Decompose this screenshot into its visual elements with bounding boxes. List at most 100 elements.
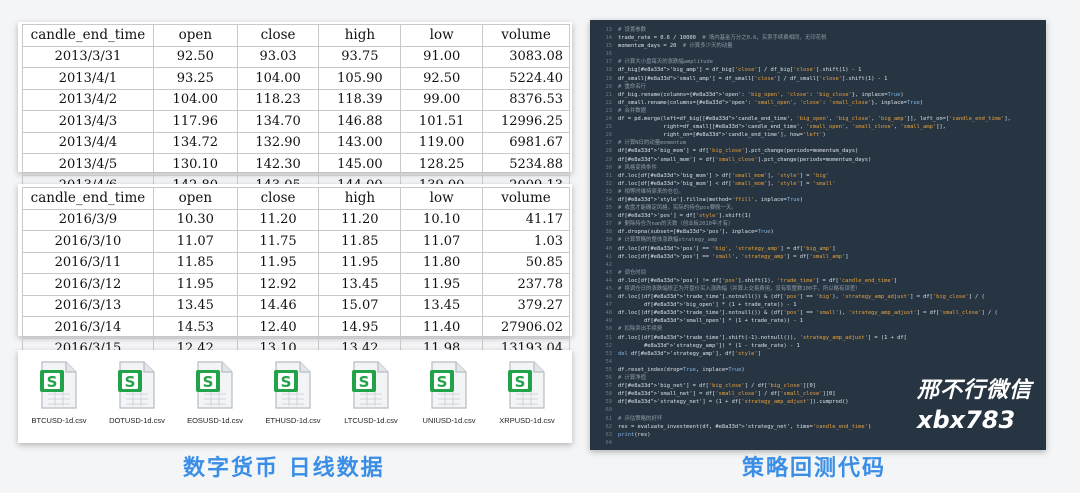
table-cell: 118.39 bbox=[318, 88, 402, 111]
table-cell: 5234.88 bbox=[482, 153, 570, 176]
csv-file-item[interactable]: S XRPUSD-1d.csv bbox=[490, 360, 564, 425]
line-number: 23 bbox=[605, 107, 613, 114]
code-line: # 设置参数 bbox=[618, 27, 647, 33]
table-cell: 13.45 bbox=[152, 294, 238, 317]
table-cell: 12996.25 bbox=[482, 110, 570, 133]
table-cell: 92.50 bbox=[152, 45, 238, 68]
table-cell: 2016/3/10 bbox=[22, 230, 154, 253]
code-line: # 重命名行 bbox=[618, 83, 647, 90]
line-number: 45 bbox=[605, 286, 613, 292]
csv-file-name: LTCUSD-1d.csv bbox=[344, 416, 398, 425]
line-number-gutter: 13 14 15 16 17 18 19 20 21 22 23 24 25 26 27 28 29 30 31 32… bbox=[590, 26, 613, 447]
line-number: 36 bbox=[605, 213, 613, 220]
table-cell: 134.70 bbox=[236, 110, 320, 133]
line-number: 52 bbox=[605, 342, 613, 349]
csv-file-name: XRPUSD-1d.csv bbox=[499, 416, 555, 425]
table-cell: 2013/4/4 bbox=[22, 131, 154, 154]
ohlc-table-2016: candle_end_time open close high low volume 201… bbox=[22, 187, 570, 360]
table-cell: 1.03 bbox=[482, 230, 570, 253]
table-row: 2016/3/9 10.30 11.20 11.20 10.10 41.17 bbox=[22, 208, 570, 231]
line-number: 59 bbox=[605, 399, 613, 406]
table-cell: 143.00 bbox=[318, 131, 402, 154]
table-cell: 2016/3/13 bbox=[22, 294, 154, 317]
line-number: 17 bbox=[605, 59, 613, 66]
code-line: df.loc[(df[#e8a33d">'trade_time'].notnul… bbox=[618, 294, 985, 301]
line-number: 61 bbox=[605, 415, 613, 422]
line-number: 30 bbox=[605, 164, 613, 171]
table-row: 2013/4/4 134.72 132.90 143.00 119.00 6981.67 bbox=[22, 131, 570, 154]
code-line: # 计算策略的整体涨跌幅strategy_amp bbox=[618, 237, 718, 244]
watermark-line-2: xbx783 bbox=[916, 406, 1016, 434]
line-number: 13 bbox=[605, 27, 613, 33]
table-cell: 91.00 bbox=[400, 45, 484, 68]
table-row: 2013/4/5 130.10 142.30 145.00 128.25 5234.88 bbox=[22, 153, 570, 176]
table-cell: 10.10 bbox=[400, 208, 484, 231]
code-line: df[#e8a33d">'big_open'] * (1 + trade_rat… bbox=[618, 302, 797, 309]
table-cell: 11.20 bbox=[318, 208, 402, 231]
csv-file-item[interactable]: S LTCUSD-1d.csv bbox=[334, 360, 408, 425]
svg-text:S: S bbox=[281, 373, 292, 391]
table-cell: 11.85 bbox=[152, 251, 238, 274]
csv-file-item[interactable]: S DOTUSD-1d.csv bbox=[100, 360, 174, 425]
code-line: df.loc[df[#e8a33d">'big_mom'] < df['smal… bbox=[618, 180, 836, 187]
line-number: 38 bbox=[605, 229, 613, 236]
table-cell: 118.23 bbox=[236, 88, 320, 111]
line-number: 64 bbox=[605, 439, 613, 446]
line-number: 53 bbox=[605, 350, 613, 357]
spreadsheet-icon: S bbox=[196, 360, 234, 410]
svg-text:S: S bbox=[359, 373, 370, 391]
table-cell: 146.88 bbox=[318, 110, 402, 133]
table-cell: 11.95 bbox=[236, 251, 320, 274]
table-cell: 2016/3/12 bbox=[22, 273, 154, 296]
line-number: 32 bbox=[605, 180, 613, 187]
csv-file-name: EOSUSD-1d.csv bbox=[187, 416, 243, 425]
code-line: df.loc[(df[#e8a33d">'trade_time'].notnul… bbox=[618, 310, 998, 317]
code-line: df = pd.merge(left=df_big[[#e8a33d">'can… bbox=[618, 116, 1011, 123]
table-cell: 145.00 bbox=[318, 153, 402, 176]
column-header: candle_end_time bbox=[22, 187, 154, 210]
table-cell: 2016/3/9 bbox=[22, 208, 154, 231]
table-cell: 2013/4/3 bbox=[22, 110, 154, 133]
code-line: momentum_days = 20 # 计算多少天的动量 bbox=[618, 43, 733, 50]
table-cell: 2013/4/2 bbox=[22, 88, 154, 111]
code-line: df_big.rename(columns={#e8a33d">'open': … bbox=[618, 91, 904, 98]
line-number: 26 bbox=[605, 132, 613, 139]
line-number: 27 bbox=[605, 140, 613, 147]
line-number: 41 bbox=[605, 253, 613, 260]
line-number: 51 bbox=[605, 334, 613, 341]
code-line: df[#e8a33d">'pos'] = df['style'].shift(1… bbox=[618, 213, 752, 220]
table-cell: 2013/4/5 bbox=[22, 153, 154, 176]
code-line: right_on=[#e8a33d">'candle_end_time'], h… bbox=[618, 132, 826, 139]
line-number: 21 bbox=[605, 91, 613, 98]
csv-file-item[interactable]: S BTCUSD-1d.csv bbox=[22, 360, 96, 425]
table-cell: 134.72 bbox=[152, 131, 238, 154]
table-cell: 2016/3/11 bbox=[22, 251, 154, 274]
table-cell: 2013/4/1 bbox=[22, 67, 154, 90]
csv-file-item[interactable]: S UNIUSD-1d.csv bbox=[412, 360, 486, 425]
table-cell: 11.07 bbox=[400, 230, 484, 253]
line-number: 33 bbox=[605, 188, 613, 195]
table-cell: 237.78 bbox=[482, 273, 570, 296]
table-row: 2016/3/12 11.95 12.92 13.45 11.95 237.78 bbox=[22, 273, 570, 296]
csv-file-name: BTCUSD-1d.csv bbox=[31, 416, 87, 425]
table-cell: 11.20 bbox=[236, 208, 320, 231]
ohlc-table-2013-panel: candle_end_time open close high low volume 201… bbox=[18, 22, 572, 197]
csv-file-item[interactable]: S ETHUSD-1d.csv bbox=[256, 360, 330, 425]
code-line: # 将调仓日的涨跌幅修正为开盘价买入涨跌幅（并算上交易费用，没有取整数100手，… bbox=[618, 286, 861, 292]
table-cell: 11.07 bbox=[152, 230, 238, 253]
table-cell: 379.27 bbox=[482, 294, 570, 317]
line-number: 40 bbox=[605, 245, 613, 252]
csv-file-item[interactable]: S EOSUSD-1d.csv bbox=[178, 360, 252, 425]
watermark-line-1: 邢不行微信 bbox=[916, 378, 1032, 403]
table-cell: 93.25 bbox=[152, 67, 238, 90]
table-cell: 11.95 bbox=[318, 251, 402, 274]
line-number: 49 bbox=[605, 318, 613, 325]
code-line: # 扣除卖出手续费 bbox=[618, 326, 663, 333]
table-cell: 11.95 bbox=[152, 273, 238, 296]
code-line: df.loc[df[#e8a33d">'pos'] != df['pos'].s… bbox=[618, 277, 898, 284]
line-number: 29 bbox=[605, 156, 613, 163]
line-number: 56 bbox=[605, 375, 613, 382]
line-number: 19 bbox=[605, 75, 613, 82]
column-header: high bbox=[318, 24, 402, 47]
